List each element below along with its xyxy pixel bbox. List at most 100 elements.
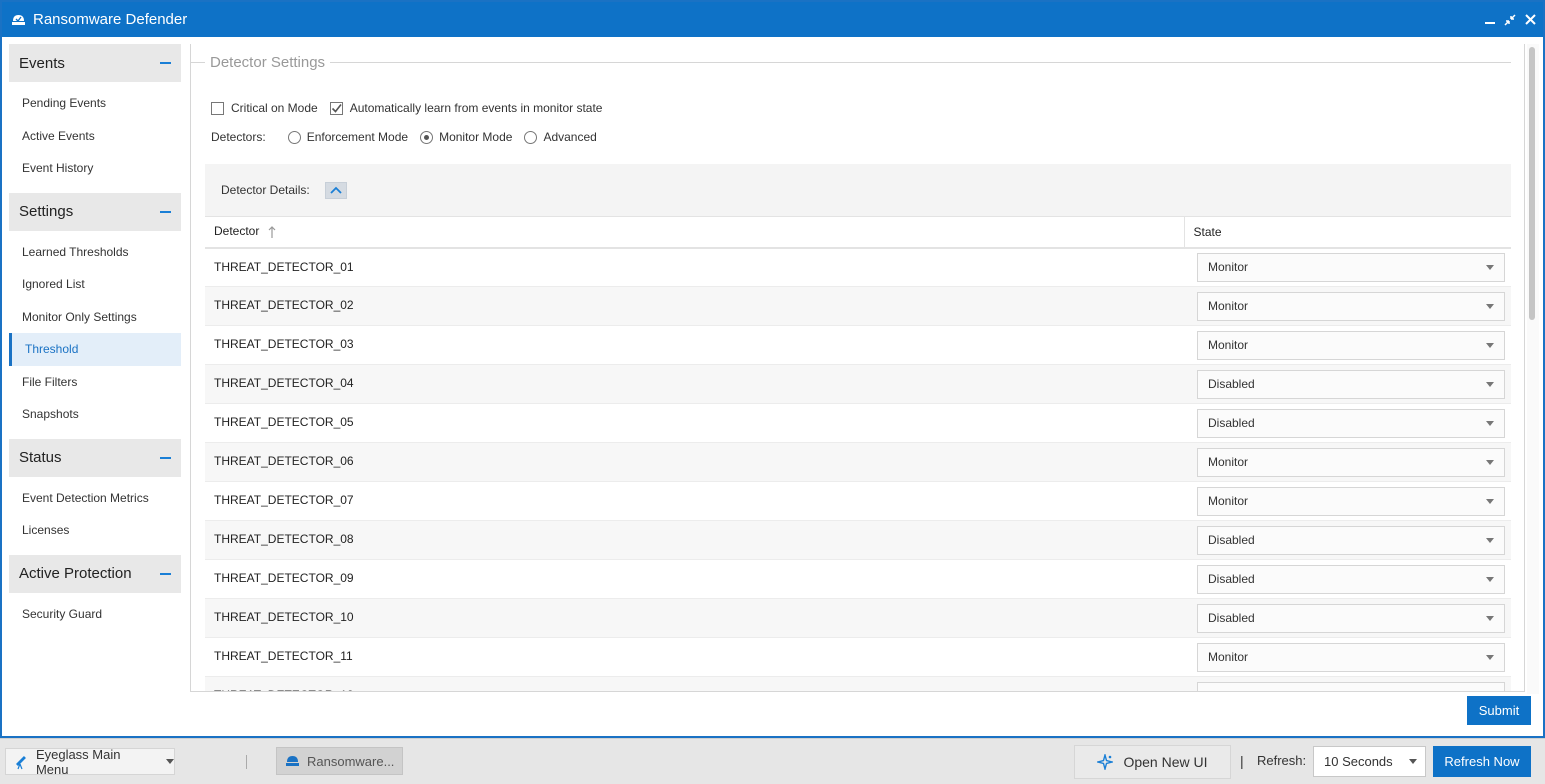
advanced-radio[interactable] [524, 130, 538, 144]
state-cell: Monitor [1184, 676, 1511, 691]
enforcement-mode-radio[interactable] [287, 130, 301, 144]
table-row: THREAT_DETECTOR_06 Monitor [205, 442, 1511, 482]
taskbar: Eyeglass Main Menu Ransomware... Open Ne… [0, 738, 1545, 784]
chevron-down-icon [1486, 498, 1494, 504]
state-value: Monitor [1208, 260, 1249, 275]
column-header-state[interactable]: State [1183, 216, 1511, 249]
chevron-up-icon [330, 186, 342, 194]
chevron-down-icon [1486, 420, 1494, 426]
app-window: Ransomware Defender Events Pending Event… [0, 0, 1545, 738]
state-cell: Monitor [1184, 481, 1511, 521]
state-cell: Monitor [1184, 247, 1511, 287]
vertical-scrollbar[interactable] [1527, 44, 1539, 694]
collapse-icon[interactable] [160, 456, 171, 459]
taskbar-separator: | [1240, 753, 1244, 769]
sidebar-item-security-guard[interactable]: Security Guard [9, 598, 181, 631]
refresh-interval-value: 10 Seconds [1324, 754, 1393, 769]
minimize-icon[interactable] [1483, 13, 1497, 27]
auto-learn-label: Automatically learn from events in monit… [349, 101, 603, 115]
section-title: Settings [19, 203, 74, 220]
sidebar-section-active-protection[interactable]: Active Protection [9, 554, 181, 593]
state-select[interactable]: Monitor [1197, 291, 1505, 321]
detector-name-cell: THREAT_DETECTOR_02 [205, 286, 1184, 326]
column-header-detector[interactable]: Detector [205, 216, 1184, 249]
state-select[interactable]: Monitor [1197, 642, 1505, 672]
sidebar-item-event-detection-metrics[interactable]: Event Detection Metrics [9, 482, 181, 515]
state-value: Disabled [1208, 533, 1255, 547]
state-select[interactable]: Disabled [1197, 603, 1505, 633]
chevron-down-icon [1486, 342, 1494, 348]
sidebar-item-event-history[interactable]: Event History [9, 152, 181, 185]
scrollbar-thumb[interactable] [1529, 47, 1535, 320]
state-select[interactable]: Monitor [1197, 252, 1505, 282]
eyeglass-menu-label: Eyeglass Main Menu [35, 746, 121, 777]
auto-learn-checkbox[interactable] [329, 101, 343, 115]
collapse-icon[interactable] [160, 572, 171, 575]
sidebar-item-file-filters[interactable]: File Filters [9, 366, 181, 399]
restore-icon[interactable] [1503, 13, 1517, 27]
state-value: Disabled [1208, 416, 1255, 430]
taskbar-item-ransomware-defender[interactable]: Ransomware... [276, 747, 403, 775]
detector-name-cell: THREAT_DETECTOR_03 [205, 325, 1184, 365]
sidebar-item-threshold[interactable]: Threshold [9, 333, 181, 366]
detector-details-label: Detector Details: [221, 183, 310, 197]
enforcement-mode-option[interactable]: Enforcement Mode [287, 130, 408, 144]
monitor-mode-option[interactable]: Monitor Mode [420, 130, 512, 144]
collapse-icon[interactable] [160, 210, 171, 213]
chevron-down-icon [1486, 303, 1494, 309]
state-select[interactable]: Monitor [1197, 330, 1505, 360]
critical-on-mode-option[interactable]: Critical on Mode [211, 101, 318, 115]
eyeglass-main-menu-button[interactable]: Eyeglass Main Menu [5, 746, 175, 777]
state-value: Monitor [1208, 338, 1249, 352]
title-bar: Ransomware Defender [2, 2, 1543, 37]
sidebar-item-ignored-list[interactable]: Ignored List [9, 268, 181, 301]
state-select[interactable]: Monitor [1197, 681, 1505, 691]
fieldset-border [191, 62, 1511, 63]
critical-on-mode-label: Critical on Mode [231, 101, 318, 115]
chevron-down-icon [1409, 759, 1417, 764]
critical-on-mode-checkbox[interactable] [211, 101, 224, 115]
detectors-row: Detectors: Enforcement Mode Monitor Mode… [211, 130, 609, 144]
monitor-mode-radio[interactable] [420, 130, 434, 144]
sidebar-section-events[interactable]: Events [9, 44, 181, 82]
advanced-option[interactable]: Advanced [524, 130, 597, 144]
state-select[interactable]: Disabled [1197, 525, 1505, 555]
state-select[interactable]: Monitor [1197, 486, 1505, 516]
open-new-ui-button[interactable]: Open New UI [1074, 745, 1231, 779]
chevron-down-icon [1486, 537, 1494, 543]
refresh-interval-select[interactable]: 10 Seconds [1313, 746, 1426, 777]
table-row: THREAT_DETECTOR_04 Disabled [205, 364, 1511, 404]
detector-name-cell: THREAT_DETECTOR_06 [205, 442, 1184, 482]
state-select[interactable]: Monitor [1197, 447, 1505, 477]
sidebar-section-status[interactable]: Status [9, 438, 181, 477]
window-title: Ransomware Defender [33, 11, 188, 28]
sidebar-section-settings[interactable]: Settings [9, 192, 181, 231]
table-row: THREAT_DETECTOR_01 Monitor [205, 247, 1511, 287]
section-title: Active Protection [19, 565, 132, 582]
section-title: Events [19, 54, 65, 72]
checkmark-icon [331, 103, 342, 113]
sidebar-item-learned-thresholds[interactable]: Learned Thresholds [9, 236, 181, 269]
state-value: Monitor [1208, 689, 1248, 691]
state-value: Monitor [1208, 299, 1249, 313]
taskbar-divider [246, 755, 247, 769]
sidebar-item-snapshots[interactable]: Snapshots [9, 398, 181, 431]
close-icon[interactable] [1523, 13, 1537, 27]
sidebar-item-pending-events[interactable]: Pending Events [9, 87, 181, 120]
sidebar-item-active-events[interactable]: Active Events [9, 120, 181, 153]
sidebar-item-monitor-only-settings[interactable]: Monitor Only Settings [9, 301, 181, 334]
radio-selected-dot [424, 134, 430, 140]
table-row: THREAT_DETECTOR_12 Monitor [205, 676, 1511, 691]
refresh-now-button[interactable]: Refresh Now [1433, 746, 1531, 777]
panel-legend: Detector Settings [205, 54, 331, 71]
table-row: THREAT_DETECTOR_03 Monitor [205, 325, 1511, 365]
collapse-details-button[interactable] [324, 181, 347, 199]
state-select[interactable]: Disabled [1197, 369, 1505, 399]
state-select[interactable]: Disabled [1197, 564, 1505, 594]
auto-learn-option[interactable]: Automatically learn from events in monit… [329, 101, 603, 115]
collapse-icon[interactable] [160, 62, 171, 64]
submit-button[interactable]: Submit [1467, 696, 1531, 725]
state-select[interactable]: Disabled [1197, 408, 1505, 438]
table-row: THREAT_DETECTOR_08 Disabled [205, 520, 1511, 560]
sidebar-item-licenses[interactable]: Licenses [9, 514, 181, 547]
